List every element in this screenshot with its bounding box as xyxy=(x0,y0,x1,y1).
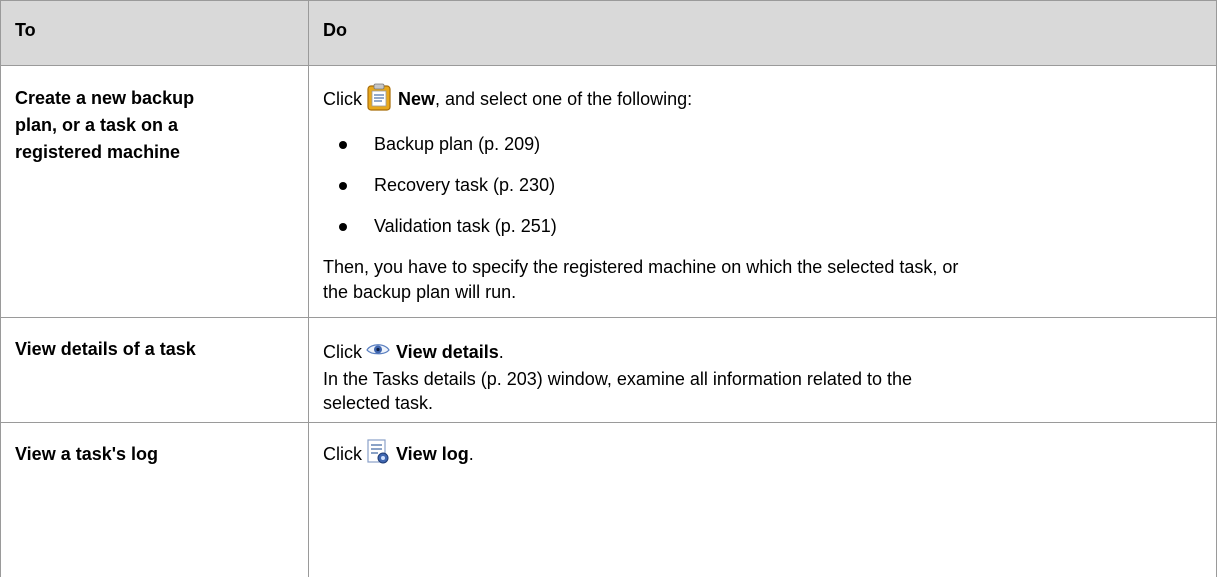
instruction-line: Click View log . xyxy=(323,438,1202,470)
to-cell: View a task's log xyxy=(1,423,309,577)
log-icon[interactable] xyxy=(366,438,390,470)
eye-icon[interactable] xyxy=(366,341,390,364)
bullet-dot xyxy=(339,181,347,190)
do-cell: Click View log . xyxy=(309,423,1216,577)
to-line: plan, or a task on a xyxy=(15,115,179,135)
list-item-text[interactable]: Backup plan (p. 209) xyxy=(374,134,540,155)
view-details-label: View details xyxy=(396,341,499,362)
detail-line: In the Tasks details (p. 203) window, ex… xyxy=(323,369,912,389)
do-cell: Click New , and select one of the follow… xyxy=(309,66,1216,317)
list-item: Validation task (p. 251) xyxy=(323,216,1202,237)
note-paragraph: Then, you have to specify the registered… xyxy=(323,255,1202,305)
new-action-label: New xyxy=(398,88,436,109)
click-text: Click xyxy=(323,341,362,362)
to-cell: Create a new backup plan, or a task on a… xyxy=(1,66,309,317)
click-text: Click xyxy=(323,443,362,464)
new-clipboard-icon[interactable] xyxy=(366,83,392,116)
instruction-suffix: , and select one of the following: xyxy=(435,88,693,109)
instruction-line: Click New , and select one of the follow… xyxy=(323,83,1202,116)
header-to: To xyxy=(1,1,309,65)
instruction-suffix: . xyxy=(468,443,474,464)
instruction-suffix: . xyxy=(498,341,504,362)
detail-line: selected task. xyxy=(323,393,434,413)
list-item: Backup plan (p. 209) xyxy=(323,134,1202,155)
note-line: the backup plan will run. xyxy=(323,282,517,302)
actions-table: To Do Create a new backup plan, or a tas… xyxy=(0,0,1217,577)
list-item: Recovery task (p. 230) xyxy=(323,175,1202,196)
list-item-text[interactable]: Recovery task (p. 230) xyxy=(374,175,555,196)
note-line: Then, you have to specify the registered… xyxy=(323,257,959,277)
table-row: Create a new backup plan, or a task on a… xyxy=(1,66,1216,318)
detail-paragraph: In the Tasks details (p. 203) window, ex… xyxy=(323,367,1202,415)
view-log-label: View log xyxy=(396,443,469,464)
click-text: Click xyxy=(323,88,362,109)
list-item-text[interactable]: Validation task (p. 251) xyxy=(374,216,557,237)
to-line: registered machine xyxy=(15,142,181,162)
bullet-dot xyxy=(339,140,347,149)
table-row: View a task's log Click View log . xyxy=(1,423,1216,577)
table-header: To Do xyxy=(1,1,1216,66)
to-line: Create a new backup xyxy=(15,88,195,108)
bullet-dot xyxy=(339,222,347,231)
header-do: Do xyxy=(323,20,347,40)
instruction-line: Click View details . xyxy=(323,337,1202,367)
table-row: View details of a task Click View detail… xyxy=(1,318,1216,423)
to-cell: View details of a task xyxy=(1,318,309,422)
do-cell: Click View details . In the Tasks detail… xyxy=(309,318,1216,422)
